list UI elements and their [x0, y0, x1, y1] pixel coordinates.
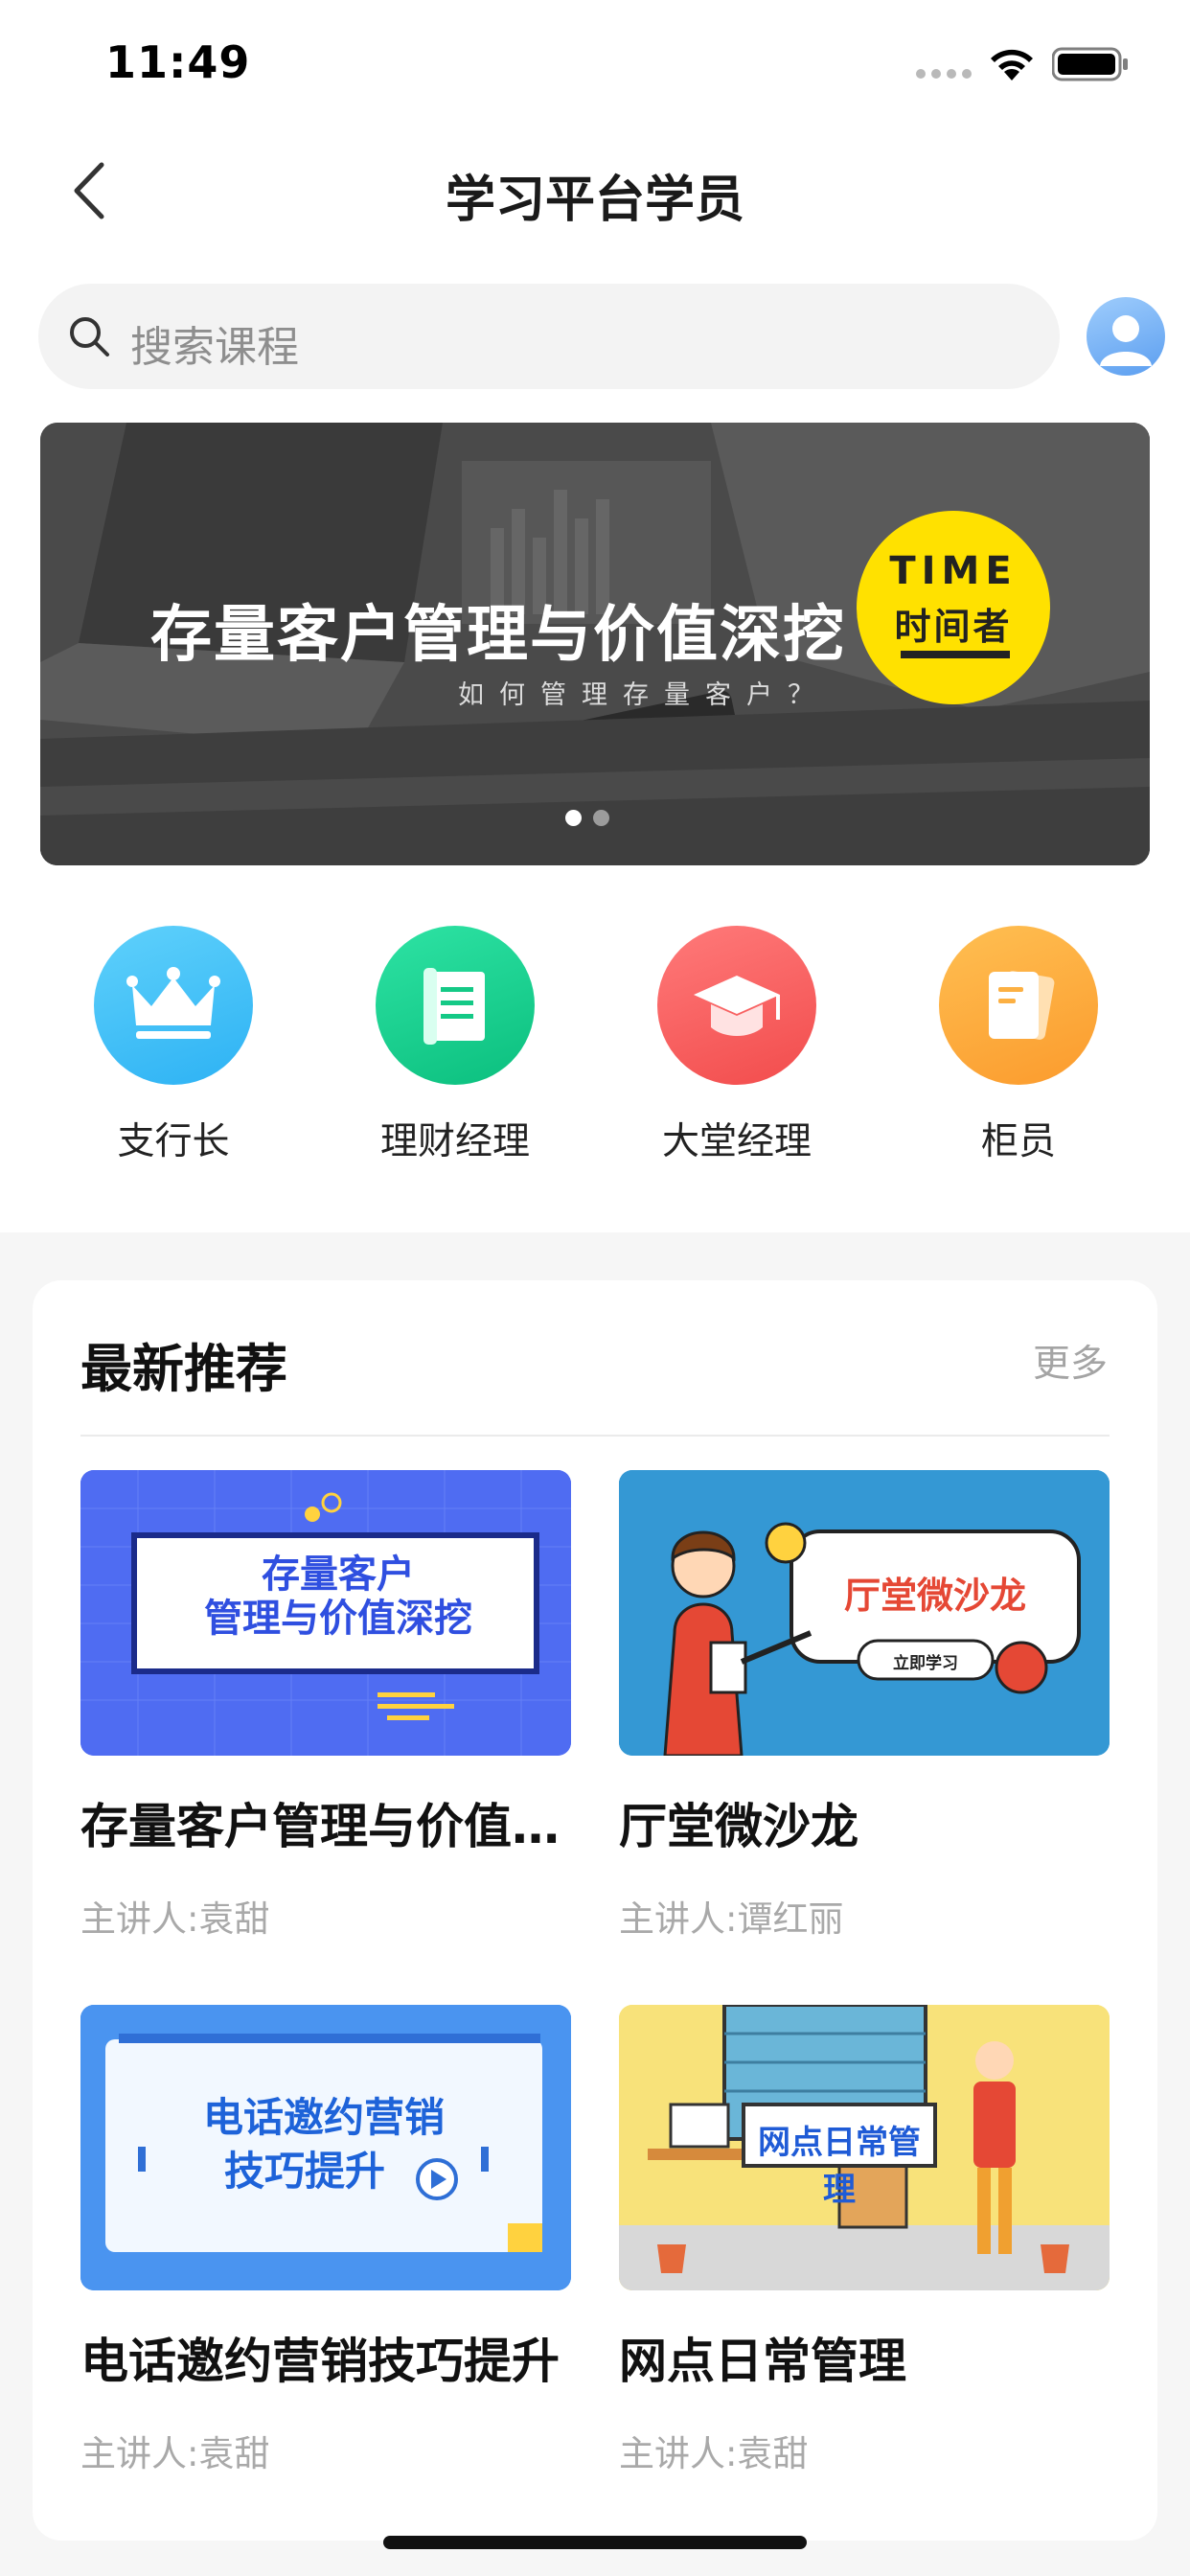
category-lobby-manager[interactable]: 大堂经理 — [612, 926, 861, 1165]
divider — [80, 1435, 1110, 1437]
course-thumbnail[interactable]: 网点日常管理 — [619, 2005, 1110, 2290]
category-row: 支行长 理财经理 大堂经理 柜员 — [0, 926, 1190, 1175]
category-branch-manager[interactable]: 支行长 — [49, 926, 298, 1165]
course-teacher: 主讲人:袁甜 — [80, 2433, 270, 2474]
category-label: 柜员 — [980, 1120, 1056, 1163]
top-bar: 11:49 学习平台学员 — [0, 0, 1190, 255]
document-icon — [939, 926, 1098, 1085]
signal-icon — [916, 69, 972, 79]
home-indicator[interactable] — [383, 2536, 807, 2549]
course-thumbnail[interactable]: 存量客户 管理与价值深挖 — [80, 1470, 571, 1756]
crown-icon — [94, 926, 253, 1085]
time-badge: TIME 时间者 — [857, 511, 1050, 704]
search-placeholder: 搜索课程 — [130, 323, 299, 372]
carousel-dot-active[interactable] — [565, 810, 582, 826]
banner[interactable]: 存量客户管理与价值深挖 如何管理存量客户？ TIME 时间者 — [40, 423, 1150, 865]
course-thumbnail[interactable]: 电话邀约营销 技巧提升 — [80, 2005, 571, 2290]
category-teller[interactable]: 柜员 — [894, 926, 1143, 1165]
search-bar[interactable]: 搜索课程 — [38, 284, 1060, 389]
battery-icon — [1052, 47, 1128, 81]
course-item[interactable]: 存量客户 管理与价值深挖 存量客户管理与价值深挖 主讲人:袁甜 — [80, 1470, 571, 1942]
time-badge-top: TIME — [889, 549, 1018, 593]
course-item[interactable]: 电话邀约营销 技巧提升 电话邀约营销技巧提升 主讲人:袁甜 — [80, 2005, 571, 2476]
banner-subtitle: 如何管理存量客户？ — [458, 680, 829, 710]
course-teacher: 主讲人:袁甜 — [80, 1898, 270, 1940]
course-title: 厅堂微沙龙 — [619, 1799, 858, 1854]
category-wealth-manager[interactable]: 理财经理 — [331, 926, 580, 1165]
search-icon — [70, 317, 109, 356]
course-teacher: 主讲人:袁甜 — [619, 2433, 809, 2474]
thumb-line: 网点日常管理 — [758, 2124, 921, 2209]
course-thumbnail[interactable]: 厅堂微沙龙 立即学习 — [619, 1470, 1110, 1756]
course-title: 存量客户管理与价值深挖 — [80, 1799, 571, 1854]
thumb-line: 立即学习 — [893, 1654, 958, 1673]
graduation-cap-icon — [657, 926, 816, 1085]
avatar[interactable] — [1087, 297, 1165, 376]
section-title: 最新推荐 — [80, 1339, 287, 1399]
category-label: 支行长 — [117, 1120, 230, 1163]
course-teacher: 主讲人:谭红丽 — [619, 1898, 844, 1940]
wifi-icon — [991, 49, 1033, 80]
carousel-dot[interactable] — [593, 810, 609, 826]
header-section: 搜索课程 存量客户管理与价值深挖 如何管理存量客户？ TIME 时间者 支行长 … — [0, 255, 1190, 1232]
category-label: 理财经理 — [379, 1120, 530, 1163]
category-label: 大堂经理 — [661, 1120, 812, 1163]
thumb-line: 技巧提升 — [223, 2148, 385, 2195]
course-title: 电话邀约营销技巧提升 — [80, 2334, 560, 2389]
thumb-line: 管理与价值深挖 — [204, 1597, 472, 1641]
user-icon — [1100, 315, 1152, 366]
thumb-line: 存量客户 — [262, 1552, 415, 1597]
page-title: 学习平台学员 — [445, 172, 744, 229]
course-item[interactable]: 网点日常管理 网点日常管理 主讲人:袁甜 — [619, 2005, 1110, 2476]
thumb-line: 厅堂微沙龙 — [843, 1575, 1026, 1617]
thumb-line: 电话邀约营销 — [202, 2094, 445, 2141]
time-badge-bottom: 时间者 — [894, 606, 1013, 648]
scroll-icon — [376, 926, 535, 1085]
status-time: 11:49 — [105, 36, 251, 88]
course-item[interactable]: 厅堂微沙龙 立即学习 厅堂微沙龙 主讲人:谭红丽 — [619, 1470, 1110, 1942]
time-badge-line — [901, 651, 1010, 658]
carousel-dots[interactable] — [565, 810, 609, 826]
course-title: 网点日常管理 — [619, 2334, 906, 2389]
recommend-card: 最新推荐 更多 存量客户 管理与价值深挖 存量客户管理与价值深挖 主讲人:袁甜 — [33, 1280, 1157, 2541]
banner-title: 存量客户管理与价值深挖 — [150, 600, 846, 671]
more-link[interactable]: 更多 — [1033, 1334, 1108, 1388]
